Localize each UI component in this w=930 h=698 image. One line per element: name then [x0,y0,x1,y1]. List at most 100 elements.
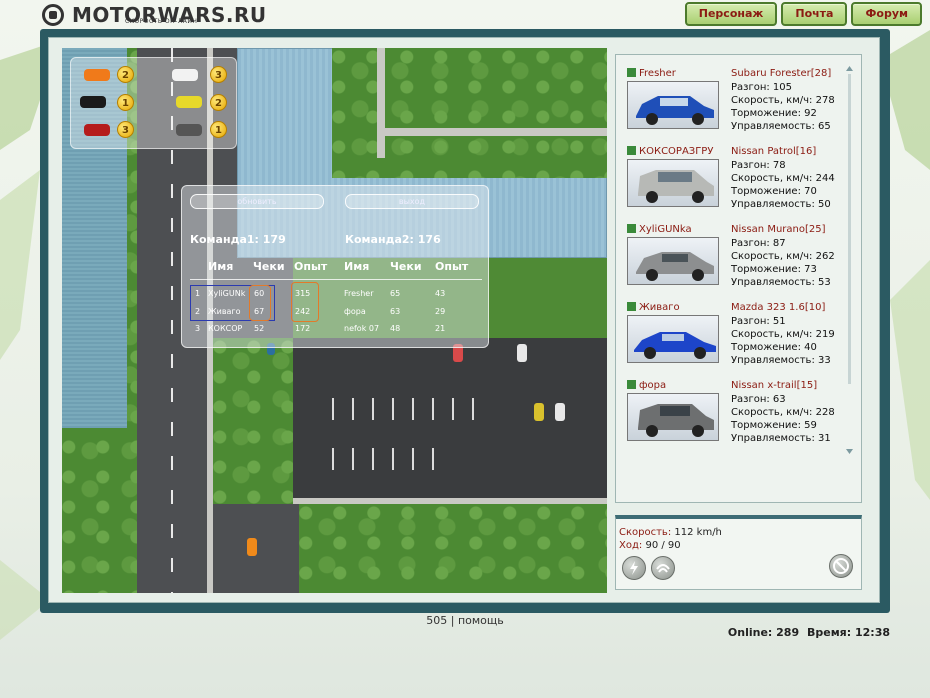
col-name-2: Имя [344,260,370,273]
stop-button[interactable] [829,554,853,578]
car-brake: Торможение: 70 [731,186,817,197]
col-checks-2: Чеки [390,260,422,273]
car-speed: Скорость, км/ч: 262 [731,251,835,262]
player-car-name[interactable]: Nissan Patrol[16] [731,146,816,157]
player-entry[interactable]: фора Nissan x-trail[15] Разгон: 63 Скоро… [627,380,857,458]
player-name[interactable]: КОКСОР [208,324,242,333]
player-name[interactable]: Живаго [208,307,241,316]
stop-icon [833,558,849,574]
parking-line [412,448,414,470]
parking-line [332,448,334,470]
nitro-button[interactable] [622,556,646,580]
parking-line [372,448,374,470]
player-entry-name-text: Fresher [639,68,676,79]
hud-count-orange: 2 [117,66,134,83]
time-value: 12:38 [854,626,890,639]
car-accel: Разгон: 105 [731,82,793,93]
online-label: Online: [727,626,773,639]
car-image [627,315,719,363]
player-entry-name[interactable]: Fresher [627,68,676,79]
player-entry-name[interactable]: XyliGUNka [627,224,692,235]
car-brake: Торможение: 59 [731,420,817,431]
player-name[interactable]: фора [344,307,366,316]
map-car[interactable] [517,344,527,362]
player-entry-name-text: фора [639,380,667,391]
player-checks: 65 [390,289,401,298]
parking-line [392,448,394,470]
nav-mail-button[interactable]: Почта [781,2,848,26]
hud-count-white: 3 [210,66,227,83]
player-entry-name[interactable]: Живаго [627,302,680,313]
player-car-name[interactable]: Subaru Forester[28] [731,68,831,79]
footer-link-help[interactable]: помощь [458,614,504,627]
player-entry[interactable]: Живаго Mazda 323 1.6[10] Разгон: 51 Скор… [627,302,857,380]
moves-label: Ход: [619,540,643,551]
car-brake: Торможение: 40 [731,342,817,353]
player-car-name[interactable]: Mazda 323 1.6[10] [731,302,825,313]
parking-line [352,398,354,420]
player-name[interactable]: nefok 07 [344,324,379,333]
hud-car-black [80,96,106,108]
hud-car-red [84,124,110,136]
signal-button[interactable] [651,556,675,580]
car-accel: Разгон: 87 [731,238,786,249]
car-brake: Торможение: 92 [731,108,817,119]
col-name-1: Имя [208,260,234,273]
col-exp-1: Опыт [294,260,328,273]
car-brake: Торможение: 73 [731,264,817,275]
nav-forum-button[interactable]: Форум [851,2,922,26]
team2-label: Команда2: [345,233,414,246]
player-checks: 60 [254,289,265,298]
moves-value: 90 / 90 [645,540,681,551]
car-handling: Управляемость: 53 [731,277,831,288]
car-handling: Управляемость: 50 [731,199,831,210]
header-divider [190,279,482,280]
map-car[interactable] [247,538,257,556]
parking-line [352,448,354,470]
player-name[interactable]: XyliGUNk [208,289,245,298]
col-exp-2: Опыт [435,260,469,273]
car-speed: Скорость, км/ч: 244 [731,173,835,184]
map-car[interactable] [555,403,565,421]
online-value: 289 [776,626,800,639]
lightning-icon [630,561,638,575]
player-entry-name[interactable]: фора [627,380,666,391]
car-picture-icon [638,170,714,203]
car-speed: Скорость, км/ч: 228 [731,407,835,418]
car-picture-icon [636,96,714,125]
scroll-down-icon [846,449,853,454]
player-status-icon [627,380,636,389]
exit-button[interactable]: выход [345,194,479,209]
parking-line [372,398,374,420]
player-status-icon [627,224,636,233]
refresh-button[interactable]: обновить [190,194,324,209]
nav-character-button[interactable]: Персонаж [684,2,778,26]
player-car-name[interactable]: Nissan Murano[25] [731,224,826,235]
hud-count-grey: 1 [210,121,227,138]
player-status-icon [627,302,636,311]
map-car[interactable] [534,403,544,421]
logo-icon [42,4,64,26]
parking-line [332,398,334,420]
player-status-icon [627,68,636,77]
car-picture-icon [638,404,714,437]
hud-car-yellow [176,96,202,108]
courtyard-path [377,48,385,158]
player-name[interactable]: Fresher [344,289,374,298]
parking-line [432,448,434,470]
player-entry-name[interactable]: КОКСОРАЗГРУ [627,146,713,157]
parking-line [452,398,454,420]
player-car-name[interactable]: Nissan x-trail[15] [731,380,817,391]
car-accel: Разгон: 63 [731,394,786,405]
player-entry[interactable]: Fresher Subaru Forester[28] Разгон: 105 … [627,68,857,146]
car-handling: Управляемость: 65 [731,121,831,132]
player-exp: 315 [295,289,311,298]
courtyard-grass [332,48,607,178]
panel-scrollbar[interactable] [845,66,854,456]
footer-link-505[interactable]: 505 [426,614,447,627]
player-entry[interactable]: XyliGUNka Nissan Murano[25] Разгон: 87 С… [627,224,857,302]
player-entry[interactable]: КОКСОРАЗГРУ Nissan Patrol[16] Разгон: 78… [627,146,857,224]
parking-line [432,398,434,420]
team2-score: Команда2: 176 [345,233,441,246]
car-accel: Разгон: 78 [731,160,786,171]
